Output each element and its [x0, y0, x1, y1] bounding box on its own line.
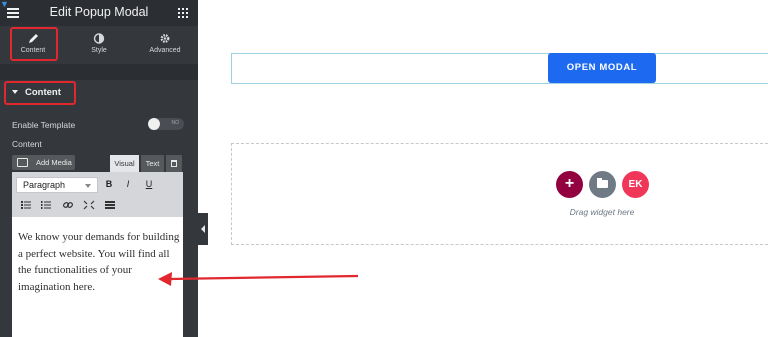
- trash-icon[interactable]: [166, 155, 182, 172]
- italic-button[interactable]: I: [122, 179, 134, 189]
- content-tab-highlight: [10, 27, 58, 61]
- editor-panel: Edit Popup Modal ▼ Content Style Advance…: [0, 0, 198, 337]
- elementskit-button[interactable]: EK: [622, 171, 649, 198]
- chevron-down-icon: [85, 184, 91, 188]
- contrast-icon: [93, 33, 105, 44]
- annotation-arrow: [158, 272, 358, 286]
- editor-toolbar: Paragraph B I U: [12, 172, 183, 217]
- tab-text[interactable]: Text: [141, 155, 164, 172]
- mouse-cursor-icon: ▼: [0, 0, 9, 9]
- modal-trigger-section: [231, 53, 768, 84]
- hamburger-menu-icon[interactable]: [7, 8, 19, 18]
- underline-button[interactable]: U: [143, 179, 155, 189]
- tab-style-label: Style: [91, 47, 107, 54]
- media-icon: [17, 158, 28, 167]
- panel-divider: [0, 64, 198, 80]
- fullscreen-icon[interactable]: [83, 200, 95, 210]
- bold-button[interactable]: B: [103, 179, 115, 189]
- panel-title: Edit Popup Modal: [49, 5, 149, 19]
- toolbar-toggle-icon[interactable]: [104, 200, 116, 210]
- add-template-button[interactable]: [589, 171, 616, 198]
- tab-style[interactable]: Style: [66, 26, 132, 64]
- widgets-grid-icon[interactable]: [178, 8, 188, 18]
- drag-widget-hint: Drag widget here: [569, 207, 635, 217]
- editor-text: We know your demands for building a perf…: [18, 231, 180, 293]
- enable-template-toggle[interactable]: NO: [148, 118, 184, 130]
- enable-template-label: Enable Template: [12, 120, 76, 130]
- bullet-list-icon[interactable]: [20, 200, 32, 210]
- link-icon[interactable]: [62, 200, 74, 210]
- toggle-state-text: NO: [171, 120, 180, 126]
- tab-advanced[interactable]: Advanced: [132, 26, 198, 64]
- add-media-button[interactable]: Add Media: [12, 155, 75, 170]
- open-modal-button[interactable]: OPEN MODAL: [548, 53, 656, 83]
- add-section-button[interactable]: +: [556, 171, 583, 198]
- format-select[interactable]: Paragraph: [16, 177, 98, 193]
- gear-icon: [160, 34, 170, 43]
- tab-visual[interactable]: Visual: [110, 155, 139, 172]
- content-section-highlight: [4, 81, 76, 105]
- numbered-list-icon[interactable]: [40, 200, 52, 210]
- content-field-label: Content: [12, 139, 42, 149]
- empty-drop-section: [231, 143, 768, 245]
- tab-advanced-label: Advanced: [149, 47, 181, 54]
- add-media-label: Add Media: [36, 158, 72, 167]
- panel-collapse-handle[interactable]: [198, 213, 208, 245]
- chevron-left-icon: [201, 225, 205, 233]
- toggle-knob: [148, 118, 160, 130]
- panel-header: Edit Popup Modal ▼: [0, 0, 198, 26]
- folder-icon: [597, 178, 608, 188]
- format-select-value: Paragraph: [23, 180, 66, 190]
